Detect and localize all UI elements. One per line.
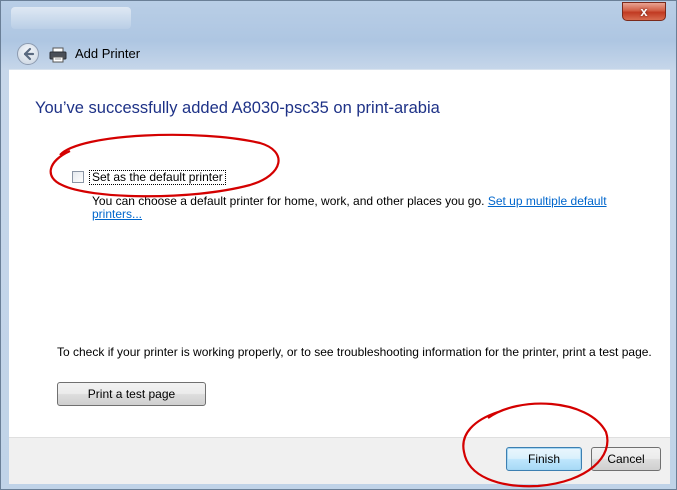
- default-printer-option[interactable]: Set as the default printer: [72, 169, 226, 185]
- footer-bar: Finish Cancel: [9, 437, 670, 484]
- back-arrow-icon: [23, 47, 35, 61]
- title-bar[interactable]: x: [1, 1, 676, 31]
- close-icon: x: [640, 4, 648, 19]
- content-panel: You’ve successfully added A8030-psc35 on…: [9, 69, 670, 438]
- test-page-instructions: To check if your printer is working prop…: [57, 345, 652, 359]
- title-glow: [11, 7, 131, 29]
- window-title: Add Printer: [75, 46, 141, 61]
- default-printer-description: You can choose a default printer for hom…: [92, 195, 652, 221]
- cancel-button[interactable]: Cancel: [591, 447, 661, 471]
- print-test-page-button[interactable]: Print a test page: [57, 382, 206, 406]
- printer-icon: [49, 47, 67, 63]
- finish-button[interactable]: Finish: [506, 447, 582, 471]
- default-printer-label[interactable]: Set as the default printer: [89, 169, 226, 185]
- back-button[interactable]: [17, 43, 39, 65]
- close-button[interactable]: x: [622, 2, 666, 21]
- add-printer-window: x Add Printer You’ve successfully added …: [0, 0, 677, 490]
- default-printer-checkbox[interactable]: [72, 171, 84, 183]
- navigation-bar: Add Printer: [9, 39, 670, 69]
- description-text: You can choose a default printer for hom…: [92, 194, 485, 208]
- success-heading: You’ve successfully added A8030-psc35 on…: [35, 99, 440, 117]
